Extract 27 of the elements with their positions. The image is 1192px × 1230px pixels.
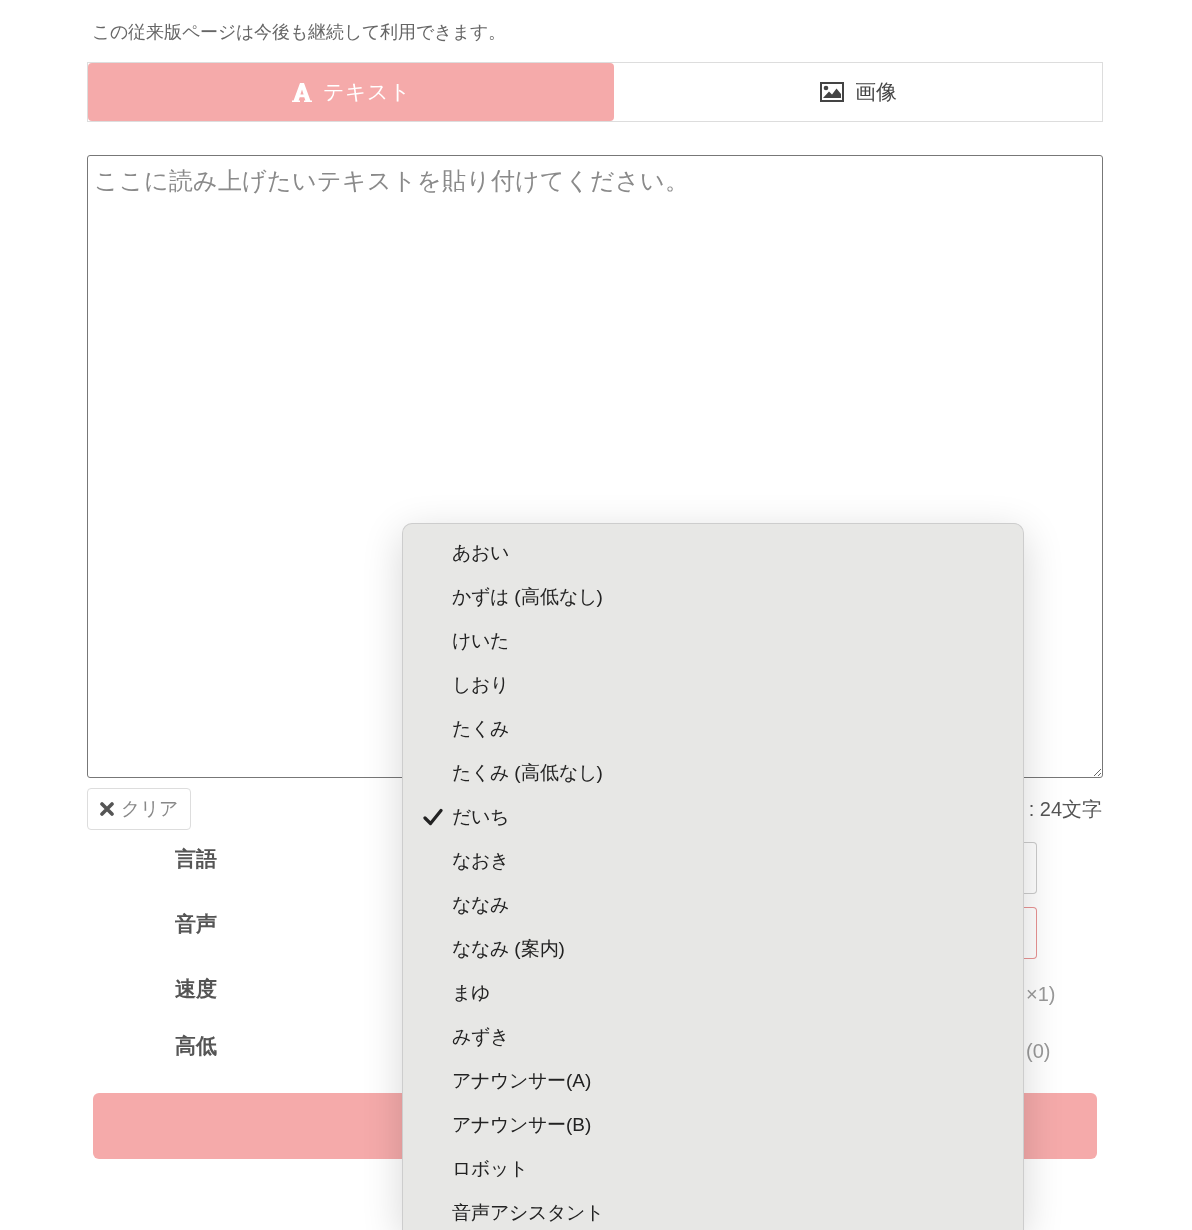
setting-label: 高低 xyxy=(175,1033,217,1059)
char-count-text: : 24文字 xyxy=(1028,797,1102,822)
cross-icon xyxy=(100,802,114,816)
setting-label: 音声 xyxy=(175,911,217,937)
menu-item[interactable]: みずき xyxy=(403,1020,1023,1054)
menu-item[interactable]: しおり xyxy=(403,668,1023,702)
notice-text: この従来版ページは今後も継続して利用できます。 xyxy=(92,22,506,42)
image-icon xyxy=(819,82,844,102)
menu-item[interactable]: ななみ xyxy=(403,888,1023,922)
menu-item[interactable]: あおい xyxy=(403,536,1023,570)
menu-item[interactable]: ななみ (案内) xyxy=(403,932,1023,966)
clear-button[interactable]: クリア xyxy=(87,788,191,830)
menu-item[interactable]: アナウンサー(A) xyxy=(403,1064,1023,1098)
menu-item[interactable]: なおき xyxy=(403,844,1023,878)
setting-label: 速度 xyxy=(175,976,217,1002)
menu-item[interactable]: たくみ xyxy=(403,712,1023,746)
reading-text: (0) xyxy=(1026,1039,1051,1064)
letter-a-icon xyxy=(291,82,312,102)
menu-item[interactable]: アナウンサー(B) xyxy=(403,1108,1023,1142)
menu-item[interactable]: かずは (高低なし) xyxy=(403,580,1023,614)
setting-label: 言語 xyxy=(175,846,217,872)
menu-item[interactable]: けいた xyxy=(403,624,1023,658)
menu-item[interactable]: まゆ xyxy=(403,976,1023,1010)
reading-text: ×1) xyxy=(1026,982,1056,1007)
menu-item[interactable]: 音声アシスタント xyxy=(403,1196,1023,1230)
menu-item[interactable]: ロボット xyxy=(403,1152,1023,1186)
menu-item[interactable]: だいち xyxy=(403,800,1023,834)
